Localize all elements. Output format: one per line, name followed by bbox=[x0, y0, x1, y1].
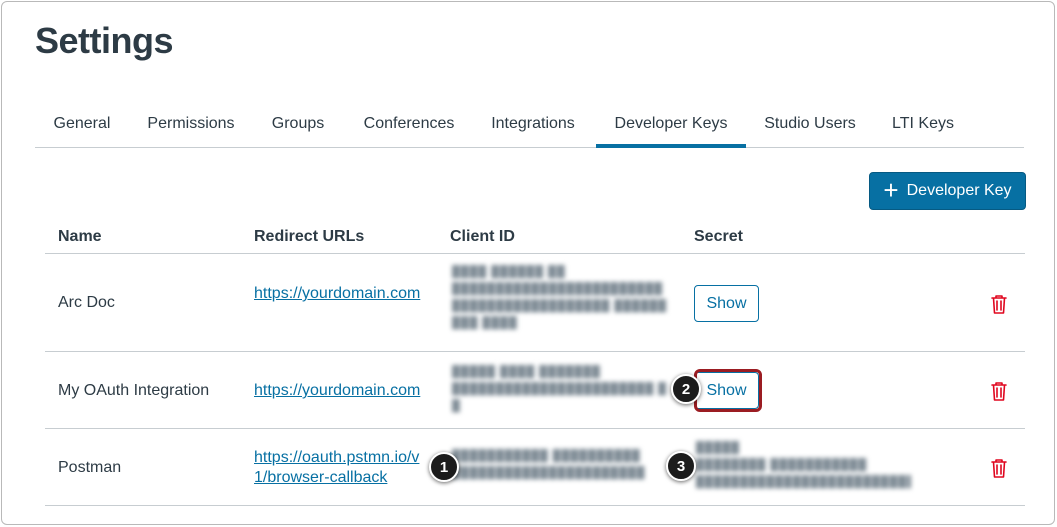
tab-permissions[interactable]: Permissions bbox=[134, 102, 248, 148]
row-name: My OAuth Integration bbox=[58, 382, 210, 399]
column-header-secret: Secret bbox=[694, 228, 743, 245]
plus-icon: + bbox=[883, 174, 899, 205]
tab-lti-keys[interactable]: LTI Keys bbox=[878, 102, 968, 148]
tab-studio-users[interactable]: Studio Users bbox=[753, 102, 867, 148]
add-developer-key-button[interactable]: + Developer Key bbox=[869, 172, 1026, 210]
client-id-redacted: ████ ██████ ██ ████████████████████████ … bbox=[452, 266, 667, 329]
redirect-url-link-continued[interactable]: 1/browser-callback bbox=[254, 469, 387, 487]
client-id-redacted: █████ ████ ███████ █████████████████████… bbox=[452, 366, 667, 412]
column-header-redirect-urls: Redirect URLs bbox=[254, 228, 365, 245]
redirect-url-link[interactable]: https://yourdomain.com bbox=[254, 285, 420, 303]
page-title: Settings bbox=[35, 20, 174, 61]
tab-developer-keys[interactable]: Developer Keys bbox=[596, 102, 746, 148]
callout-marker-1: 1 bbox=[429, 452, 459, 482]
column-header-client-id: Client ID bbox=[450, 228, 515, 245]
row-divider bbox=[45, 428, 1025, 429]
row-name: Postman bbox=[58, 459, 122, 476]
settings-window: Settings General Permissions Groups Conf… bbox=[1, 1, 1055, 525]
trash-icon[interactable] bbox=[990, 294, 1008, 314]
callout-marker-2: 2 bbox=[671, 374, 701, 404]
highlight-box bbox=[694, 369, 762, 412]
trash-icon[interactable] bbox=[990, 458, 1008, 478]
redirect-url-link[interactable]: https://oauth.pstmn.io/v bbox=[254, 449, 419, 467]
row-divider bbox=[45, 351, 1025, 352]
show-secret-button[interactable]: Show bbox=[694, 285, 759, 322]
column-header-name: Name bbox=[58, 228, 102, 245]
callout-marker-3: 3 bbox=[666, 451, 696, 481]
add-developer-key-label: Developer Key bbox=[906, 182, 1012, 199]
tab-conferences[interactable]: Conferences bbox=[348, 102, 470, 148]
client-id-redacted: ███████████ ██████████ █████████████████… bbox=[452, 450, 646, 479]
trash-icon[interactable] bbox=[990, 381, 1008, 401]
secret-redacted: █████ ████████ ███████████ █████████████… bbox=[696, 442, 911, 488]
tab-integrations[interactable]: Integrations bbox=[477, 102, 589, 148]
row-name: Arc Doc bbox=[58, 294, 115, 311]
tab-general[interactable]: General bbox=[35, 102, 129, 148]
settings-tabs: General Permissions Groups Conferences I… bbox=[35, 102, 1024, 148]
row-divider bbox=[45, 505, 1025, 506]
header-divider bbox=[45, 253, 1025, 254]
redirect-url-link[interactable]: https://yourdomain.com bbox=[254, 382, 420, 400]
tab-groups[interactable]: Groups bbox=[257, 102, 339, 148]
